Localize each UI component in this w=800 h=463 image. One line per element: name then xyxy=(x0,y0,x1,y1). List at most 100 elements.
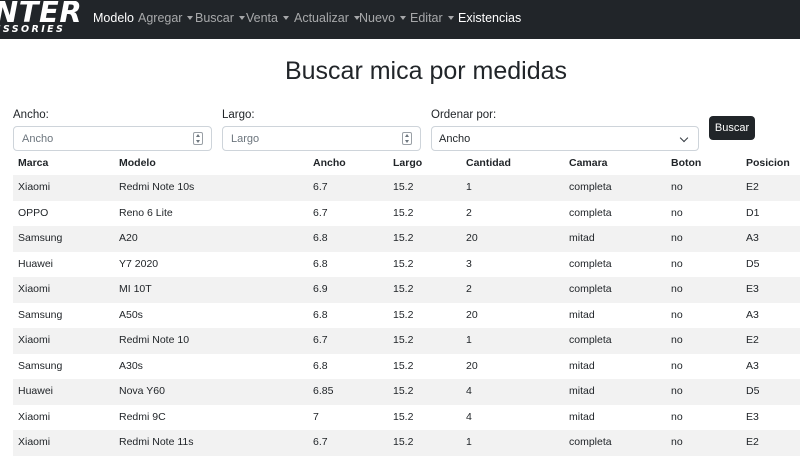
nav-item-agregar[interactable]: Agregar xyxy=(138,11,194,26)
table-row: Samsung A20 6.8 15.2 20 mitad no A3 xyxy=(13,226,800,252)
cell-camara: mitad xyxy=(569,232,595,244)
cell-boton: no xyxy=(671,308,683,321)
results-table: Marca Modelo Ancho Largo Cantidad Camara… xyxy=(13,151,800,456)
cell-ancho: 6.8 xyxy=(313,308,328,321)
cell-posicion: E2 xyxy=(746,436,759,448)
cell-marca: OPPO xyxy=(18,206,49,219)
cell-cantidad: 20 xyxy=(466,359,478,372)
cell-marca: Samsung xyxy=(18,308,63,321)
table-row: Samsung A30s 6.8 15.2 20 mitad no A3 xyxy=(13,354,800,380)
chevron-down-icon xyxy=(238,16,245,20)
cell-boton: no xyxy=(671,410,683,423)
cell-ancho: 6.7 xyxy=(313,334,328,346)
cell-ancho: 6.8 xyxy=(313,257,328,270)
table-row: Xiaomi MI 10T 6.9 15.2 2 completa no E3 xyxy=(13,277,800,303)
cell-posicion: D5 xyxy=(746,385,760,397)
cell-boton: no xyxy=(671,232,683,244)
table-row: OPPO Reno 6 Lite 6.7 15.2 2 completa no D1 xyxy=(13,201,800,227)
cell-posicion: A3 xyxy=(746,308,759,321)
cell-modelo: Redmi Note 10 xyxy=(119,334,190,346)
cell-camara: mitad xyxy=(569,359,595,372)
cell-largo: 15.2 xyxy=(393,257,414,270)
nav-item-label: Modelo xyxy=(93,11,134,25)
cell-marca: Xiaomi xyxy=(18,410,51,423)
cell-camara: completa xyxy=(569,181,612,193)
table-body: Xiaomi Redmi Note 10s 6.7 15.2 1 completa no E2… xyxy=(13,175,800,456)
cell-largo: 15.2 xyxy=(393,334,414,346)
ordenar-selected-value: Ancho xyxy=(439,133,471,145)
cell-ancho: 6.8 xyxy=(313,359,328,372)
cell-modelo: Redmi 9C xyxy=(119,410,166,423)
cell-camara: mitad xyxy=(569,308,595,321)
column-header-marca: Marca xyxy=(18,157,49,169)
column-header-boton: Boton xyxy=(671,157,702,169)
cell-marca: Xiaomi xyxy=(18,181,51,193)
nav-item-nuevo[interactable]: Nuevo xyxy=(359,11,407,26)
largo-input[interactable]: Largo xyxy=(222,126,421,151)
cell-marca: Xiaomi xyxy=(18,436,51,448)
cell-largo: 15.2 xyxy=(393,283,414,295)
cell-posicion: D1 xyxy=(746,206,760,219)
page-title: Buscar mica por medidas xyxy=(284,57,568,85)
number-spinner-icon[interactable] xyxy=(193,132,203,145)
chevron-down-icon xyxy=(187,16,194,20)
cell-posicion: A3 xyxy=(746,359,759,372)
cell-posicion: E2 xyxy=(746,334,759,346)
cell-marca: Huawei xyxy=(18,385,54,397)
cell-marca: Xiaomi xyxy=(18,283,51,295)
cell-modelo: Reno 6 Lite xyxy=(119,206,173,219)
nav-item-modelo[interactable]: Modelo xyxy=(93,11,134,26)
cell-ancho: 6.9 xyxy=(313,283,328,295)
cell-cantidad: 4 xyxy=(466,385,472,397)
cell-largo: 15.2 xyxy=(393,206,414,219)
largo-label: Largo: xyxy=(222,109,255,121)
cell-posicion: E3 xyxy=(746,283,759,295)
number-spinner-icon[interactable] xyxy=(402,132,412,145)
ancho-input[interactable]: Ancho xyxy=(13,126,212,151)
cell-ancho: 6.7 xyxy=(313,436,328,448)
nav-item-label: Actualizar xyxy=(294,11,349,25)
chevron-down-icon xyxy=(400,16,407,20)
ordenar-select[interactable]: Ancho xyxy=(431,126,699,151)
cell-camara: completa xyxy=(569,436,612,448)
cell-modelo: Redmi Note 10s xyxy=(119,181,195,193)
nav-item-actualizar[interactable]: Actualizar xyxy=(294,11,360,26)
nav-item-venta[interactable]: Venta xyxy=(246,11,289,26)
nav-item-buscar[interactable]: Buscar xyxy=(195,11,245,26)
cell-camara: completa xyxy=(569,206,612,219)
cell-cantidad: 2 xyxy=(466,283,472,295)
cell-posicion: D5 xyxy=(746,257,760,270)
nav-item-label: Existencias xyxy=(458,11,522,25)
largo-placeholder: Largo xyxy=(231,133,260,145)
nav-item-existencias[interactable]: Existencias xyxy=(458,11,521,26)
cell-posicion: E3 xyxy=(746,410,759,423)
cell-posicion: E2 xyxy=(746,181,759,193)
cell-marca: Samsung xyxy=(18,232,63,244)
cell-modelo: A50s xyxy=(119,308,143,321)
cell-cantidad: 1 xyxy=(466,334,472,346)
cell-camara: completa xyxy=(569,283,612,295)
table-row: Xiaomi Redmi Note 10s 6.7 15.2 1 completa no E2 xyxy=(13,175,800,201)
cell-boton: no xyxy=(671,436,683,448)
cell-largo: 15.2 xyxy=(393,436,414,448)
ancho-placeholder: Ancho xyxy=(22,133,54,145)
nav-item-editar[interactable]: Editar xyxy=(410,11,454,26)
cell-modelo: MI 10T xyxy=(119,283,152,295)
cell-cantidad: 4 xyxy=(466,410,472,423)
cell-marca: Huawei xyxy=(18,257,54,270)
cell-modelo: A30s xyxy=(119,359,143,372)
ordenar-label: Ordenar por: xyxy=(431,109,497,121)
cell-marca: Xiaomi xyxy=(18,334,51,346)
top-navbar: NTER ESSORIES Modelo Agregar Buscar Vent… xyxy=(0,0,800,39)
cell-cantidad: 1 xyxy=(466,181,472,193)
nav-item-label: Nuevo xyxy=(359,11,396,25)
cell-modelo: Nova Y60 xyxy=(119,385,165,397)
brand-logo[interactable]: NTER ESSORIES xyxy=(0,1,84,37)
buscar-button[interactable]: Buscar xyxy=(709,116,755,140)
cell-cantidad: 2 xyxy=(466,206,472,219)
cell-camara: completa xyxy=(569,334,612,346)
cell-largo: 15.2 xyxy=(393,359,414,372)
nav-item-label: Editar xyxy=(410,11,443,25)
cell-cantidad: 20 xyxy=(466,232,478,244)
cell-boton: no xyxy=(671,334,683,346)
